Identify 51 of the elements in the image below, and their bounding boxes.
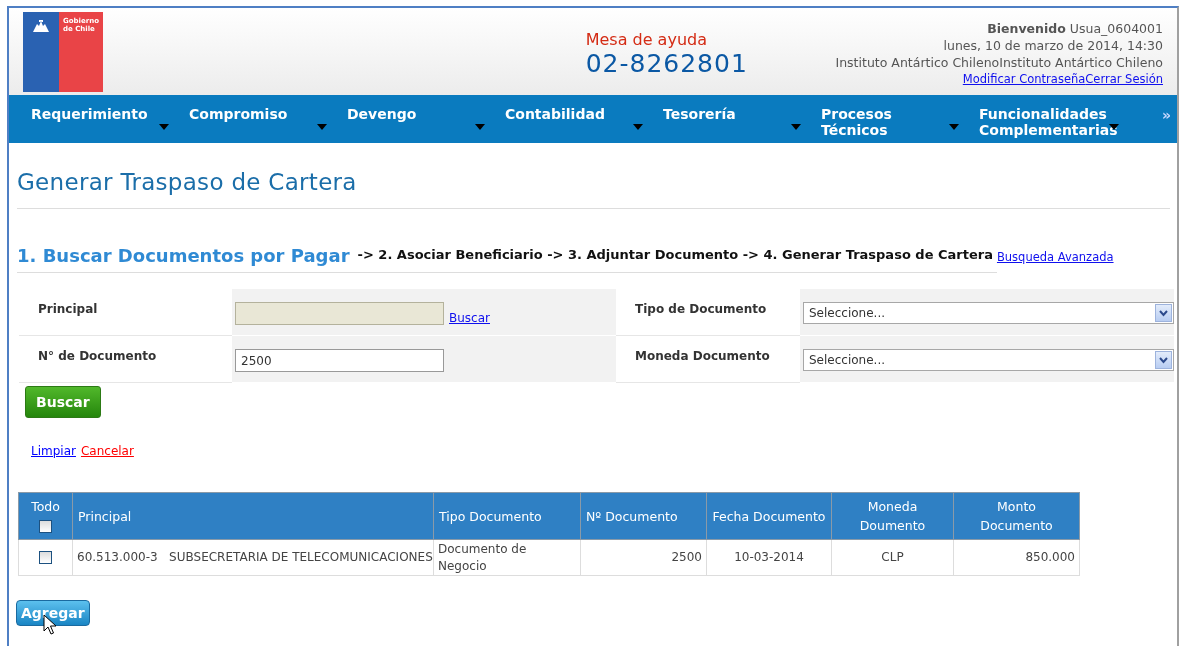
column-header: Fecha Documento — [712, 508, 826, 524]
column-header: Todo — [31, 499, 60, 514]
caret-icon — [791, 124, 801, 130]
input-field[interactable] — [235, 302, 444, 325]
checkbox[interactable] — [39, 520, 52, 533]
column-header: Nº Documento — [586, 508, 678, 524]
user-name: Usua_0604001 — [1069, 21, 1163, 36]
menu-item[interactable]: Tesorería — [649, 95, 807, 143]
caret-icon — [949, 124, 959, 130]
menu-item[interactable]: Requerimiento — [17, 95, 175, 143]
helpdesk-phone: 02-8262801 — [585, 49, 748, 78]
current-step: 1. Buscar Documentos por Pagar — [17, 245, 350, 273]
menu-item[interactable]: Funcionalidades Complementarias — [965, 95, 1123, 143]
column-header: Moneda Doumento — [859, 499, 926, 533]
input-field[interactable]: 2500 — [235, 349, 444, 372]
column-header: Monto Documento — [980, 499, 1053, 533]
column-header: Tipo Documento — [439, 508, 542, 524]
menu-item[interactable]: Procesos Técnicos — [807, 95, 965, 143]
caret-icon — [1109, 124, 1119, 130]
search-link[interactable]: Buscar — [449, 311, 490, 325]
institution-name: Instituto Antártico ChilenoInstituto Antártico Chileno — [835, 54, 1163, 71]
dropdown[interactable]: Seleccione... — [803, 349, 1174, 371]
checkbox[interactable] — [39, 551, 52, 564]
caret-icon — [317, 124, 327, 130]
table-cell: 10-03-2014 — [706, 539, 832, 576]
add-button[interactable]: Agregar — [16, 600, 90, 626]
search-button[interactable]: Buscar — [25, 386, 101, 418]
table-cell: 60.513.000-3 SUBSECRETARIA DE TELECOMUNICACIONES — [72, 539, 434, 576]
menu-item[interactable]: Devengo — [333, 95, 491, 143]
helpdesk-label: Mesa de ayuda — [585, 30, 708, 49]
caret-icon — [475, 124, 485, 130]
table-cell: 2500 — [580, 539, 707, 576]
table-cell: Documento de Negocio — [433, 539, 581, 576]
menu-item[interactable]: Compromiso — [175, 95, 333, 143]
column-header: Principal — [78, 508, 132, 524]
table-cell: CLP — [831, 539, 954, 576]
page-title: Generar Traspaso de Cartera — [17, 169, 1170, 209]
advanced-search-link[interactable]: Busqueda Avanzada — [996, 250, 1114, 273]
more-button[interactable]: » — [1161, 107, 1171, 123]
header-link[interactable]: Cerrar Sesión — [1085, 71, 1163, 88]
date-time: lunes, 10 de marzo de 2014, 14:30 — [943, 37, 1163, 54]
caret-icon — [159, 124, 169, 130]
action-link[interactable]: Limpiar — [31, 444, 76, 458]
action-link[interactable]: Cancelar — [80, 444, 134, 458]
welcome-label: Bienvenido — [987, 21, 1066, 36]
caret-icon — [633, 124, 643, 130]
menu-item[interactable]: Contabilidad — [491, 95, 649, 143]
step-path: -> 2. Asociar Beneficiario -> 3. Adjuntar Documento -> 4. Generar Traspaso de Cartera — [349, 247, 997, 273]
dropdown[interactable]: Seleccione... — [803, 302, 1174, 324]
header-link[interactable]: Modificar Contraseña — [962, 71, 1086, 88]
table-cell: 850.000 — [953, 539, 1080, 576]
